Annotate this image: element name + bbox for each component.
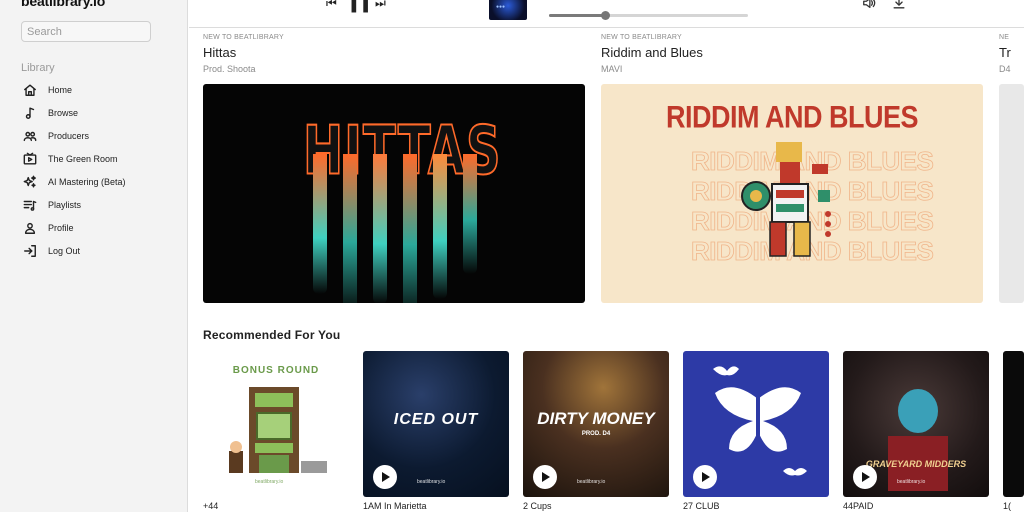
recommended-card[interactable]: 1(	[1003, 351, 1024, 511]
playback-progress-bar[interactable]	[549, 11, 748, 20]
sparkles-icon	[22, 174, 38, 190]
user-icon	[22, 220, 38, 236]
progress-fill	[549, 14, 605, 17]
recommended-card[interactable]: BONUS ROUND beatlibrary.io +44	[203, 351, 349, 511]
play-button[interactable]	[373, 465, 397, 489]
artwork-drip	[343, 154, 357, 303]
card-watermark: beatlibrary.io	[417, 479, 446, 485]
featured-artwork[interactable]	[999, 84, 1024, 303]
playlist-icon	[22, 197, 38, 213]
sidebar-item-ai-mastering[interactable]: AI Mastering (Beta)	[22, 170, 182, 193]
featured-artwork[interactable]: HITTAS	[203, 84, 585, 303]
sidebar-item-browse[interactable]: Browse	[22, 101, 182, 124]
masked-figure-illustration	[888, 389, 948, 491]
featured-title[interactable]: Hittas	[203, 45, 284, 60]
featured-item-riddim[interactable]: NEW TO BEATLIBRARY Riddim and Blues MAVI…	[601, 34, 983, 303]
app-logo[interactable]: beatlibrary.io	[21, 0, 105, 9]
sidebar-item-producers[interactable]: Producers	[22, 124, 182, 147]
progress-knob[interactable]	[600, 11, 610, 20]
aztec-figure-illustration	[741, 142, 831, 257]
recommended-card[interactable]: DIRTY MONEY PROD. D4 beatlibrary.io 2 Cu…	[523, 351, 669, 511]
card-cover[interactable]	[683, 351, 829, 497]
cover-subtitle: PROD. D4	[581, 431, 611, 437]
sidebar-item-label: The Green Room	[48, 153, 118, 164]
sidebar-item-profile[interactable]: Profile	[22, 216, 182, 239]
play-button[interactable]	[533, 465, 557, 489]
player-bar: ⏮ ❚❚ ⏭ ●●●	[189, 0, 1024, 28]
card-cover[interactable]: BONUS ROUND beatlibrary.io	[203, 351, 349, 497]
featured-subtitle[interactable]: Prod. Shoota	[203, 64, 284, 74]
card-caption[interactable]: 2 Cups	[523, 501, 669, 511]
recommended-heading: Recommended For You	[203, 328, 341, 342]
featured-kicker: NEW TO BEATLIBRARY	[601, 34, 682, 41]
cover-title: ICED OUT	[393, 411, 479, 428]
artwork-drip	[373, 154, 387, 303]
featured-artwork[interactable]: RIDDIM AND BLUES RIDDIM AND BLUES RIDDIM…	[601, 84, 983, 303]
card-caption[interactable]: 1AM In Marietta	[363, 501, 509, 511]
next-track-icon[interactable]: ⏭	[375, 0, 386, 11]
sidebar: beatlibrary.io Library Home Browse Produ…	[0, 0, 188, 512]
artwork-title: RIDDIM AND BLUES	[666, 99, 919, 135]
featured-kicker: NEW TO BEATLIBRARY	[203, 34, 284, 41]
sidebar-item-label: Playlists	[48, 199, 82, 210]
card-caption[interactable]: 27 CLUB	[683, 501, 829, 511]
sidebar-item-playlists[interactable]: Playlists	[22, 193, 182, 216]
sidebar-item-label: Home	[48, 84, 73, 95]
previous-track-icon[interactable]: ⏮	[326, 0, 337, 11]
logout-icon	[22, 243, 38, 259]
library-section-label: Library	[21, 62, 55, 74]
artwork-drip	[403, 154, 417, 303]
home-icon	[22, 82, 38, 98]
now-playing-artwork[interactable]: ●●●	[489, 0, 527, 20]
card-watermark: beatlibrary.io	[255, 479, 284, 485]
sidebar-item-label: Producers	[48, 130, 90, 141]
sidebar-item-label: Profile	[48, 222, 74, 233]
artwork-drip	[463, 154, 477, 274]
recommended-card[interactable]: GRAVEYARD MIDDERS beatlibrary.io 44PAID	[843, 351, 989, 511]
butterfly-illustration	[713, 366, 807, 476]
volume-icon[interactable]	[862, 0, 876, 10]
featured-subtitle[interactable]: MAVI	[601, 64, 703, 74]
play-button[interactable]	[853, 465, 877, 489]
arcade-cabinet-illustration	[229, 387, 327, 473]
featured-title[interactable]: Riddim and Blues	[601, 45, 703, 60]
sidebar-item-home[interactable]: Home	[22, 78, 182, 101]
featured-title[interactable]: Tr	[999, 45, 1011, 60]
sidebar-item-green-room[interactable]: The Green Room	[22, 147, 182, 170]
sidebar-item-logout[interactable]: Log Out	[22, 239, 182, 262]
tv-play-icon	[22, 151, 38, 167]
cover-title: BONUS ROUND	[232, 365, 320, 376]
featured-item-hittas[interactable]: NEW TO BEATLIBRARY Hittas Prod. Shoota H…	[203, 34, 585, 303]
music-note-icon	[22, 105, 38, 121]
cover-title: DIRTY MONEY	[537, 409, 655, 428]
users-icon	[22, 128, 38, 144]
download-icon[interactable]	[892, 0, 906, 10]
search-input[interactable]	[21, 21, 151, 42]
card-caption[interactable]: 1(	[1003, 501, 1024, 511]
card-cover[interactable]: DIRTY MONEY PROD. D4 beatlibrary.io	[523, 351, 669, 497]
sidebar-item-label: Log Out	[48, 245, 81, 256]
card-cover[interactable]	[1003, 351, 1024, 497]
pause-icon[interactable]: ❚❚	[348, 0, 371, 13]
featured-subtitle[interactable]: D4	[999, 64, 1011, 74]
card-caption[interactable]: 44PAID	[843, 501, 989, 511]
featured-kicker: NE	[999, 34, 1010, 41]
play-button[interactable]	[693, 465, 717, 489]
card-watermark: beatlibrary.io	[897, 479, 926, 485]
sidebar-item-label: Browse	[48, 107, 79, 118]
featured-item-third[interactable]: NE Tr D4	[999, 34, 1024, 303]
artwork-drip	[313, 154, 327, 294]
recommended-card[interactable]: ICED OUT beatlibrary.io 1AM In Marietta	[363, 351, 509, 511]
sidebar-nav: Home Browse Producers The Green Room AI …	[22, 78, 182, 262]
recommended-card[interactable]: 27 CLUB	[683, 351, 829, 511]
artwork-drip	[433, 154, 447, 299]
sidebar-item-label: AI Mastering (Beta)	[48, 176, 126, 187]
card-watermark: beatlibrary.io	[577, 479, 606, 485]
card-cover[interactable]: GRAVEYARD MIDDERS beatlibrary.io	[843, 351, 989, 497]
card-caption[interactable]: +44	[203, 501, 349, 511]
card-cover[interactable]: ICED OUT beatlibrary.io	[363, 351, 509, 497]
